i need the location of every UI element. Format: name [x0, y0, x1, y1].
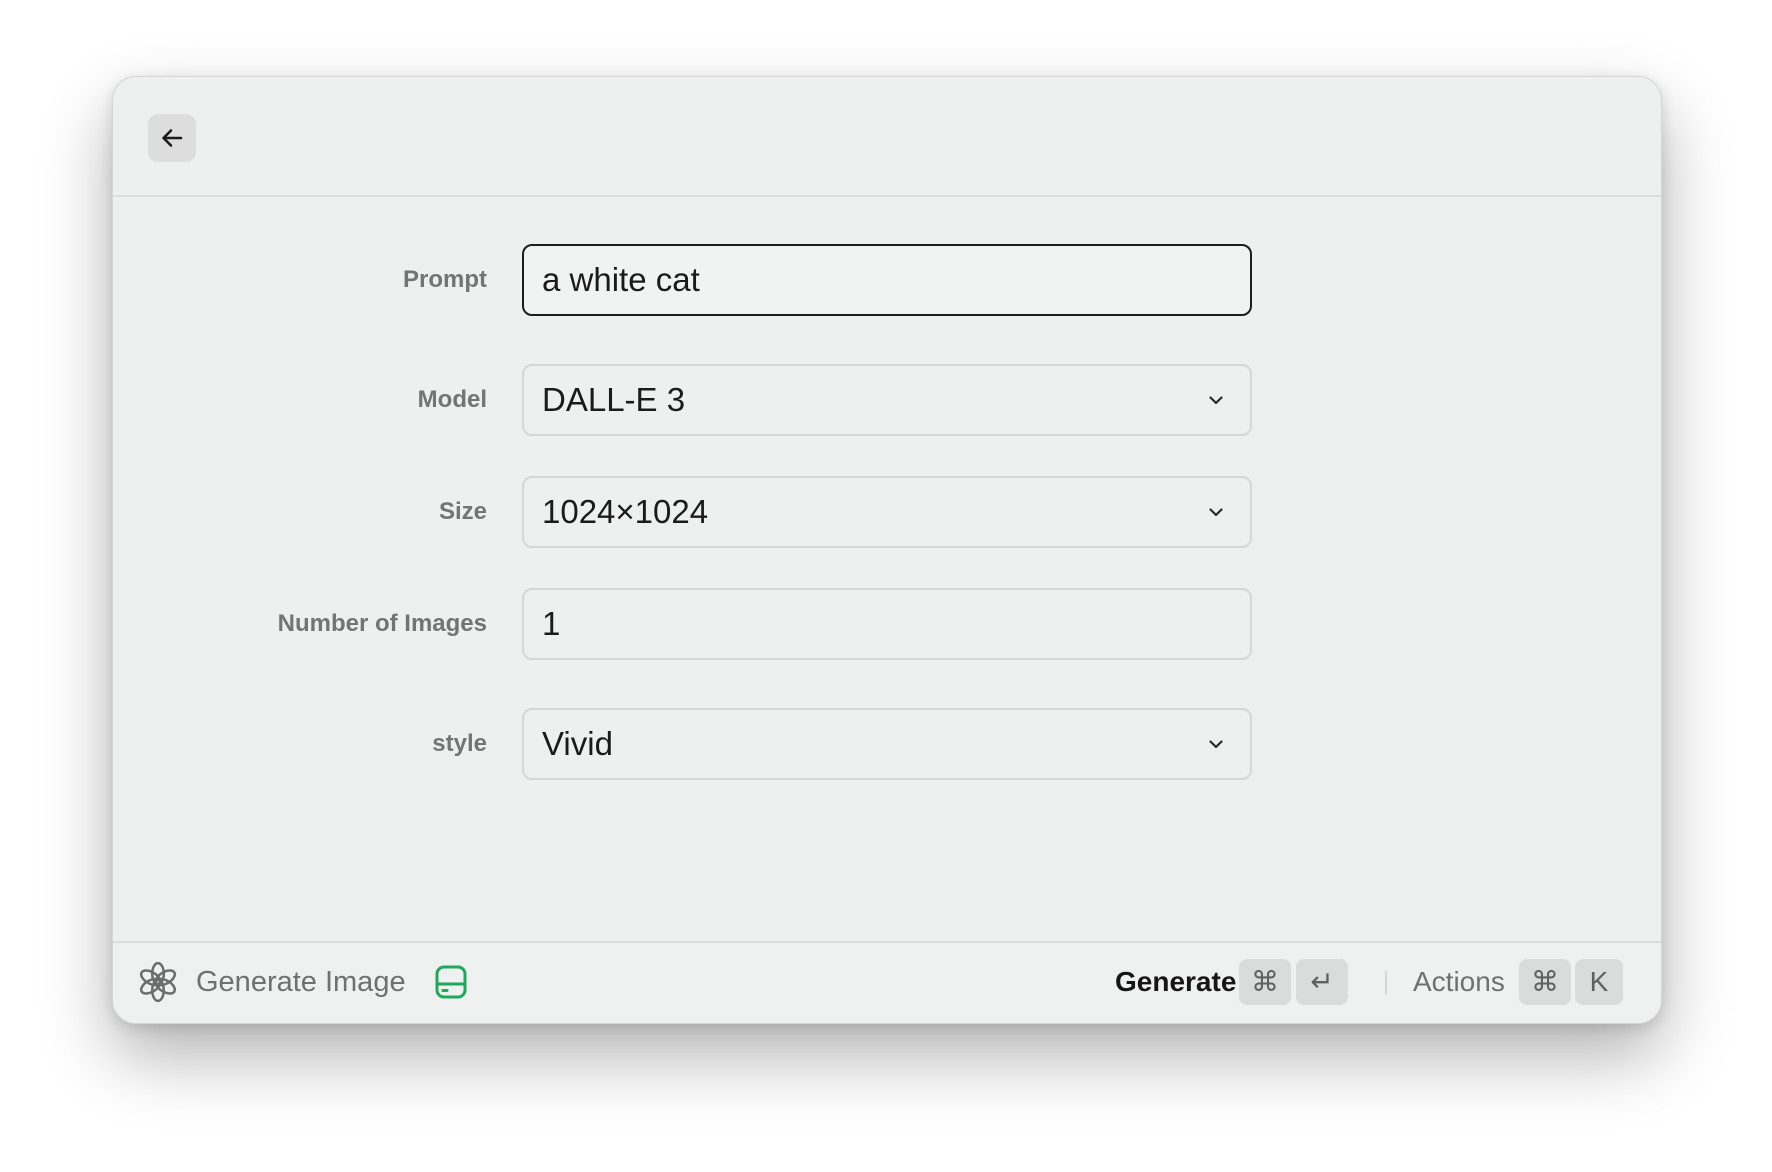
back-button[interactable]	[148, 114, 196, 162]
number-of-images-value: 1	[542, 605, 561, 642]
command-key-icon: ⌘	[1239, 959, 1291, 1005]
model-label: Model	[417, 386, 487, 413]
size-row: Size 1024×1024	[113, 476, 1661, 548]
arrow-left-icon	[162, 129, 183, 147]
prompt-input[interactable]: a white cat	[522, 244, 1252, 316]
size-label: Size	[438, 498, 487, 525]
k-key-icon: K	[1575, 959, 1623, 1005]
generate-image-window: Prompt a white cat Model DALL-E 3 Size 1…	[112, 76, 1662, 1024]
size-select[interactable]: 1024×1024	[522, 476, 1252, 548]
style-value: Vivid	[542, 725, 613, 762]
hard-drive-icon	[435, 965, 467, 999]
number-of-images-input[interactable]: 1	[522, 588, 1252, 660]
command-title: Generate Image	[196, 966, 406, 998]
openai-logo-icon	[139, 961, 177, 1003]
actions-button[interactable]: Actions	[1413, 943, 1505, 1021]
number-of-images-label: Number of Images	[277, 610, 487, 637]
style-row: style Vivid	[113, 708, 1661, 780]
prompt-label: Prompt	[403, 266, 487, 293]
generate-button[interactable]: Generate	[1115, 943, 1236, 1021]
action-bar: Generate Image Generate ⌘ ↵ Actions ⌘ K	[113, 941, 1661, 1023]
prompt-value: a white cat	[542, 261, 700, 298]
footer-divider	[1385, 971, 1387, 995]
chevron-down-icon	[1209, 740, 1223, 749]
chevron-down-icon	[1209, 396, 1223, 405]
number-of-images-row: Number of Images 1	[113, 588, 1661, 660]
window-header	[113, 77, 1661, 197]
style-label: style	[432, 730, 487, 757]
model-select[interactable]: DALL-E 3	[522, 364, 1252, 436]
model-row: Model DALL-E 3	[113, 364, 1661, 436]
prompt-row: Prompt a white cat	[113, 244, 1661, 316]
size-value: 1024×1024	[542, 493, 709, 530]
command-key-icon: ⌘	[1519, 959, 1571, 1005]
style-select[interactable]: Vivid	[522, 708, 1252, 780]
chevron-down-icon	[1209, 508, 1223, 517]
return-key-icon: ↵	[1296, 959, 1348, 1005]
model-value: DALL-E 3	[542, 381, 686, 418]
